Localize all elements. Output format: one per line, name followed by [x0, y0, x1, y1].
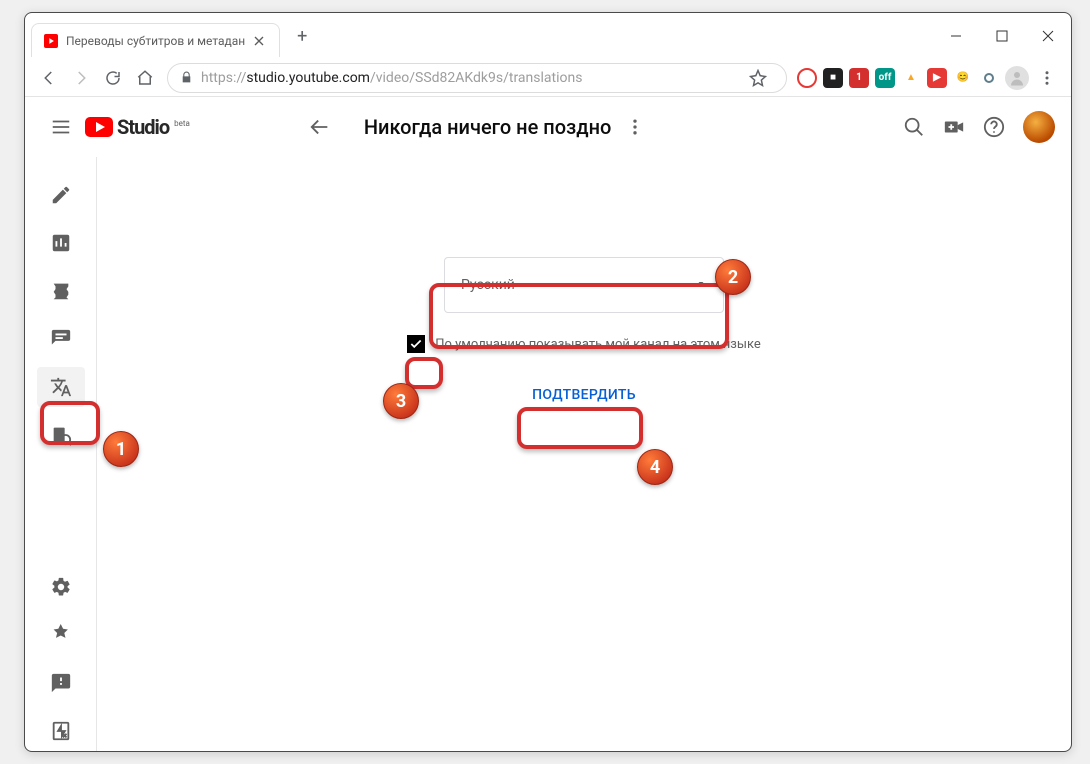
language-select[interactable]: Русский — [444, 257, 724, 313]
menu-icon[interactable] — [41, 107, 81, 147]
main-content: Русский По умолчанию показывать мой кана… — [97, 157, 1071, 751]
extension-icon[interactable]: ▲ — [901, 68, 921, 88]
logo-beta: beta — [174, 119, 190, 128]
default-language-row: По умолчанию показывать мой канал на это… — [407, 335, 761, 353]
extension-icon[interactable]: 1 — [849, 68, 869, 88]
minimize-icon[interactable] — [933, 16, 979, 56]
sidebar-item-feedback[interactable] — [37, 663, 85, 703]
sidebar-item-other[interactable] — [37, 415, 85, 455]
extension-icon[interactable]: ■ — [823, 68, 843, 88]
tab-title: Переводы субтитров и метадан — [66, 34, 245, 48]
video-title: Никогда ничего не поздно — [364, 115, 612, 139]
address-bar: https://studio.youtube.com/video/SSd82AK… — [25, 59, 1071, 97]
extensions-row: ■ 1 off ▲ ▶ 😊 — [793, 66, 1063, 90]
search-icon[interactable] — [903, 116, 925, 138]
youtube-play-icon — [85, 117, 113, 137]
extension-icon[interactable]: off — [875, 68, 895, 88]
nav-forward-icon[interactable] — [67, 64, 95, 92]
url-field[interactable]: https://studio.youtube.com/video/SSd82AK… — [167, 63, 787, 93]
extension-icon[interactable]: 😊 — [953, 68, 973, 88]
help-icon[interactable] — [983, 116, 1005, 138]
studio-logo[interactable]: Studio beta — [85, 115, 190, 139]
extension-opera-icon[interactable] — [797, 68, 817, 88]
close-tab-icon[interactable] — [251, 33, 267, 49]
default-language-checkbox[interactable] — [407, 335, 425, 353]
extension-icon[interactable]: ▶ — [927, 68, 947, 88]
video-options-icon[interactable] — [625, 117, 645, 137]
reload-icon[interactable] — [99, 64, 127, 92]
close-window-icon[interactable] — [1025, 16, 1071, 56]
sidebar-item-translations[interactable] — [37, 367, 85, 407]
maximize-icon[interactable] — [979, 16, 1025, 56]
channel-avatar[interactable] — [1023, 111, 1055, 143]
chrome-menu-icon[interactable] — [1035, 69, 1059, 87]
lock-icon — [180, 71, 193, 84]
sidebar-item-analytics[interactable] — [37, 223, 85, 263]
youtube-favicon — [44, 34, 58, 48]
checkbox-label: По умолчанию показывать мой канал на это… — [435, 337, 761, 352]
sidebar-item-editor[interactable] — [37, 271, 85, 311]
browser-window: Переводы субтитров и метадан + https://s… — [24, 12, 1072, 752]
sidebar-item-comments[interactable] — [37, 319, 85, 359]
window-controls — [933, 16, 1071, 56]
new-tab-icon[interactable]: + — [288, 22, 316, 50]
home-icon[interactable] — [131, 64, 159, 92]
app-header: Studio beta Никогда ничего не поздно — [25, 97, 1071, 157]
browser-tab[interactable]: Переводы субтитров и метадан — [31, 23, 280, 57]
language-value: Русский — [461, 277, 515, 293]
chevron-down-icon — [695, 277, 707, 293]
confirm-button[interactable]: ПОДТВЕРДИТЬ — [516, 377, 652, 413]
sidebar-item-classic[interactable] — [37, 711, 85, 751]
chrome-profile-avatar[interactable] — [1005, 66, 1029, 90]
sidebar-item-settings[interactable] — [37, 567, 85, 607]
create-video-icon[interactable] — [943, 116, 965, 138]
bookmark-star-icon[interactable] — [744, 64, 772, 92]
nav-back-icon[interactable] — [35, 64, 63, 92]
extension-icon[interactable] — [979, 68, 999, 88]
logo-text: Studio — [117, 115, 169, 139]
url-text: https://studio.youtube.com/video/SSd82AK… — [201, 70, 582, 86]
sidebar-item-details[interactable] — [37, 175, 85, 215]
sidebar — [25, 157, 97, 751]
window-titlebar: Переводы субтитров и метадан + — [25, 13, 1071, 59]
app-body: Русский По умолчанию показывать мой кана… — [25, 157, 1071, 751]
sidebar-item-whatsnew[interactable] — [37, 615, 85, 655]
back-arrow-icon[interactable] — [300, 107, 340, 147]
